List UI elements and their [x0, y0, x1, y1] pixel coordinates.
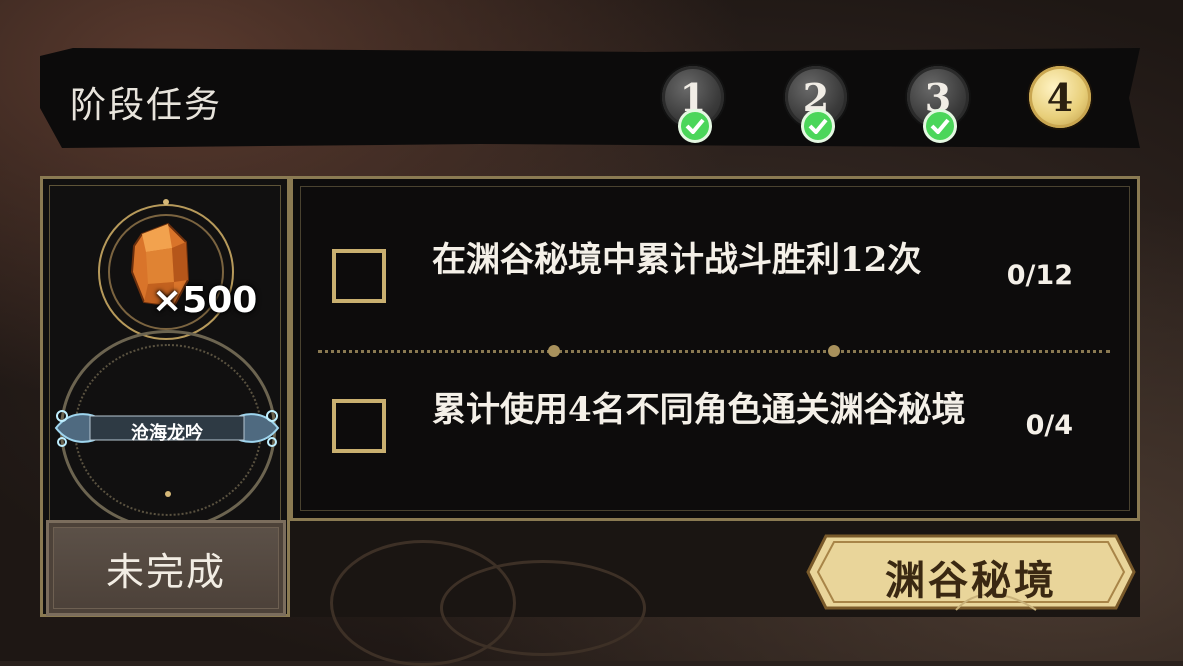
check-icon	[678, 109, 712, 143]
check-icon	[923, 109, 957, 143]
stage-2-button[interactable]: 2	[785, 66, 847, 143]
task-2-progress: 0/4	[1025, 410, 1073, 441]
ring-ornament	[163, 199, 169, 205]
task-1-progress: 0/12	[1006, 260, 1073, 291]
task-2-checkbox[interactable]	[332, 399, 386, 453]
task-panel	[290, 176, 1140, 521]
status-badge: 未完成	[46, 520, 286, 616]
status-label: 未完成	[105, 549, 226, 594]
ring-ornament	[165, 491, 171, 497]
check-icon	[801, 109, 835, 143]
stage-3-button[interactable]: 3	[907, 66, 969, 143]
divider-ornament	[548, 345, 560, 357]
stage-4-label: 4	[1046, 74, 1074, 120]
task-1-checkbox[interactable]	[332, 249, 386, 303]
reward-quantity: ×500	[152, 280, 258, 321]
stage-1-button[interactable]: 1	[662, 66, 724, 143]
decor-swirl	[440, 560, 646, 656]
task-divider	[318, 350, 1110, 355]
title-badge-label: 沧海龙吟	[131, 423, 203, 444]
divider-ornament	[828, 345, 840, 357]
stage-4-button[interactable]: 4	[1029, 66, 1091, 128]
go-abyss-label: 渊谷秘境	[885, 557, 1057, 604]
task-2-text: 累计使用4名不同角色通关渊谷秘境	[432, 390, 966, 430]
page-title: 阶段任务	[70, 85, 223, 126]
task-1-text: 在渊谷秘境中累计战斗胜利12次	[432, 240, 922, 280]
